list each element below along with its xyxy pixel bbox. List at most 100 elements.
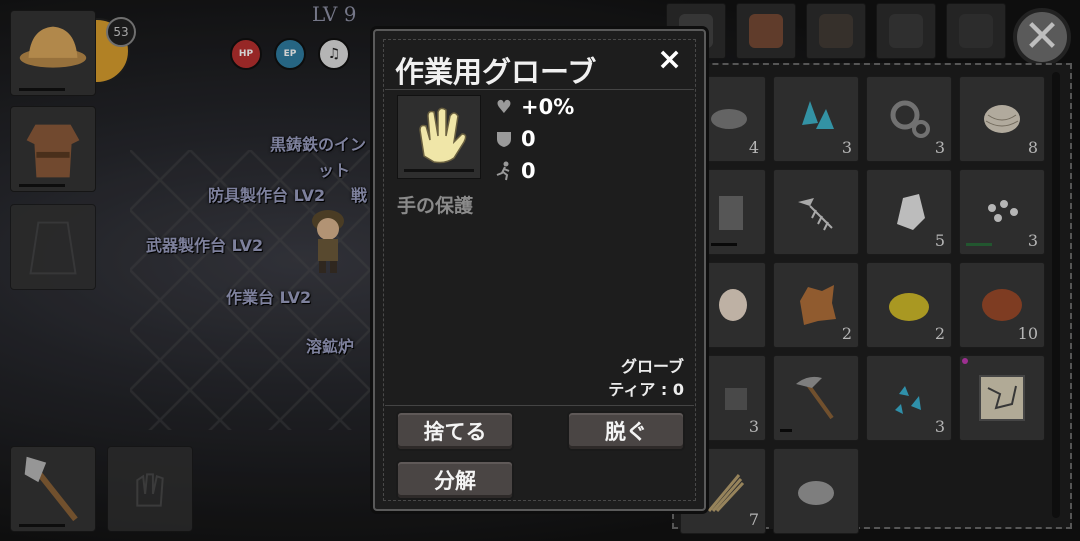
backpack-icon — [749, 14, 783, 48]
item-count: 4 — [748, 138, 759, 157]
item-count: 3 — [934, 138, 945, 157]
heart-icon: ♥ — [495, 96, 513, 118]
item-preview — [397, 95, 481, 179]
item-detail-dialog: 作業用グローブ × ♥ +0% 0 0 手の保護 グローブ ティア : 0 捨て… — [373, 29, 706, 511]
inventory-slot[interactable]: 2 — [773, 262, 859, 348]
running-man-icon — [493, 160, 515, 182]
map-label-ingot-cont: ット — [318, 161, 351, 180]
stat-defense: 0 — [493, 127, 536, 151]
white-rock-icon — [897, 194, 925, 230]
close-dialog-button[interactable]: × — [657, 45, 682, 75]
map-label-ingot[interactable]: 黒鋳鉄のイン — [270, 131, 366, 155]
equip-slot-cape[interactable] — [10, 204, 96, 290]
item-title: 作業用グローブ — [395, 55, 597, 89]
copper-ore-icon — [982, 289, 1022, 321]
fiber-bundle-icon — [707, 474, 745, 513]
item-count: 8 — [1027, 138, 1038, 157]
inventory-slot[interactable]: 3 — [959, 169, 1045, 255]
item-count: 2 — [934, 324, 945, 343]
map-blueprint-icon — [979, 375, 1025, 421]
chest-icon — [819, 14, 853, 48]
pale-stone-icon — [719, 289, 747, 321]
glove-silhouette-icon — [136, 473, 164, 507]
stat-health: ♥ +0% — [493, 95, 574, 119]
blue-gem-shards-icon — [895, 386, 921, 414]
item-description: 手の保護 — [397, 195, 474, 217]
item-type-info: グローブ ティア : 0 — [608, 355, 684, 401]
tab-pouch[interactable] — [876, 3, 936, 59]
item-count: 3 — [1027, 231, 1038, 250]
sulfur-ore-icon — [889, 293, 929, 321]
inventory-slot[interactable] — [959, 355, 1045, 441]
seeds-icon — [988, 200, 1018, 222]
stat-value: 0 — [521, 127, 536, 151]
item-count: 10 — [1017, 324, 1038, 343]
axe-icon — [24, 456, 78, 522]
tab-chest[interactable] — [806, 3, 866, 59]
pouch-icon — [889, 14, 923, 48]
inventory-slot[interactable]: 3 — [773, 76, 859, 162]
ep-drop-icon: EP — [274, 38, 306, 70]
thread-ball-icon — [984, 105, 1020, 133]
map-label-smelter[interactable]: 溶鉱炉 — [306, 333, 354, 357]
item-count: 3 — [934, 417, 945, 436]
inventory-slot[interactable]: 5 — [866, 169, 952, 255]
pith-helmet-icon — [19, 26, 87, 68]
gear-icon — [890, 100, 930, 138]
durability-bar — [19, 184, 65, 187]
durability-bar — [19, 88, 65, 91]
blue-crystal-icon — [802, 101, 834, 129]
item-count: 5 — [934, 231, 945, 250]
player-level: LV 9 — [312, 2, 357, 26]
map-label-armor-bench[interactable]: 防具製作台 LV2 — [208, 182, 325, 206]
stat-value: 0 — [521, 159, 536, 183]
item-count: 3 — [748, 417, 759, 436]
glove-icon — [419, 107, 467, 164]
cape-silhouette-icon — [29, 221, 77, 275]
leather-tunic-icon — [26, 124, 80, 178]
pickaxe-icon — [796, 376, 834, 420]
inventory-slot[interactable]: 2 — [866, 262, 952, 348]
creature-icon — [959, 14, 993, 48]
tab-misc[interactable] — [946, 3, 1006, 59]
equip-slot-head[interactable] — [10, 10, 96, 96]
inventory-scrollbar[interactable] — [1052, 72, 1060, 518]
dismantle-button[interactable]: 分解 — [396, 460, 514, 500]
leather-hide-icon — [800, 285, 836, 325]
stone-icon — [711, 109, 747, 129]
map-label-weapon-bench[interactable]: 武器製作台 LV2 — [146, 232, 263, 256]
map-label-work-bench[interactable]: 作業台 LV2 — [226, 284, 311, 308]
discard-button[interactable]: 捨てる — [396, 411, 514, 451]
divider — [385, 89, 694, 90]
tab-backpack[interactable] — [736, 3, 796, 59]
item-count: 2 — [841, 324, 852, 343]
divider — [385, 405, 694, 406]
stat-value: +0% — [521, 95, 575, 119]
equip-slot-weapon[interactable] — [10, 446, 96, 532]
item-count: 3 — [841, 138, 852, 157]
durability-bar — [780, 429, 792, 432]
iron-ingot-icon — [725, 388, 747, 410]
equip-slot-gloves[interactable] — [107, 446, 193, 532]
durability-bar — [711, 243, 737, 246]
durability-bar — [966, 243, 992, 246]
close-inventory-button[interactable]: ✕ — [1013, 8, 1071, 66]
map-label-battle: 戦 — [351, 186, 368, 205]
shield-icon — [493, 128, 515, 150]
equip-slot-body[interactable] — [10, 106, 96, 192]
durability-bar — [19, 524, 65, 527]
inventory-slot[interactable]: 3 — [866, 76, 952, 162]
inventory-slot[interactable]: 8 — [959, 76, 1045, 162]
inventory-slot[interactable] — [773, 448, 859, 534]
hp-drop-icon: HP — [230, 38, 262, 70]
durability-bar — [404, 169, 474, 172]
new-item-dot — [962, 358, 968, 364]
item-type: グローブ — [620, 357, 684, 376]
item-tier: ティア : 0 — [608, 380, 684, 399]
inventory-slot[interactable]: 3 — [866, 355, 952, 441]
inventory-slot[interactable]: 10 — [959, 262, 1045, 348]
inventory-slot[interactable] — [773, 169, 859, 255]
level-badge: 53 — [106, 17, 136, 47]
unequip-button[interactable]: 脱ぐ — [567, 411, 685, 451]
inventory-slot[interactable] — [773, 355, 859, 441]
